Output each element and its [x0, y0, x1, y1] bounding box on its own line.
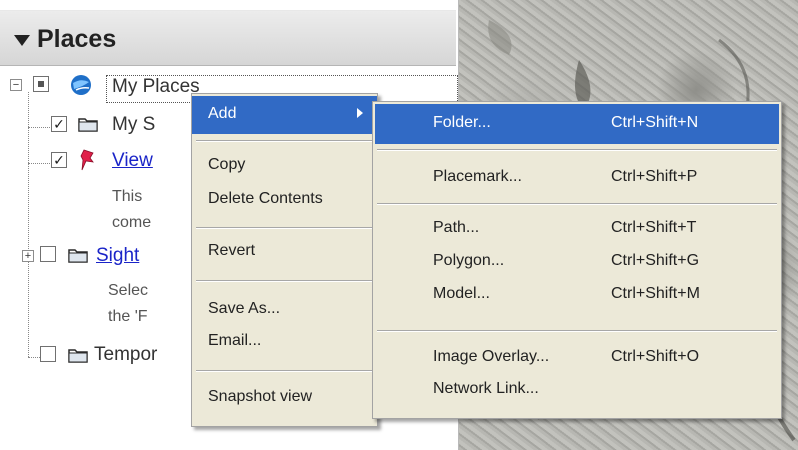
- menu-item-save-as[interactable]: Save As...: [192, 292, 377, 326]
- menu-item-copy[interactable]: Copy: [192, 148, 377, 182]
- view-link[interactable]: View: [112, 150, 153, 171]
- tree-item-my-s[interactable]: My S: [112, 114, 155, 136]
- submenu-item-label: Polygon...: [433, 252, 505, 269]
- menu-separator: [196, 370, 373, 372]
- submenu-item-folder[interactable]: Folder... Ctrl+Shift+N: [375, 104, 779, 144]
- menu-item-snapshot-view[interactable]: Snapshot view: [192, 380, 377, 414]
- menu-separator: [377, 149, 777, 151]
- collapse-toggle[interactable]: −: [10, 79, 22, 91]
- pushpin-icon: [80, 149, 94, 171]
- tree-item-temporary[interactable]: Tempor: [94, 344, 157, 366]
- tree-item-view[interactable]: View: [112, 150, 153, 172]
- submenu-item-shortcut: Ctrl+Shift+N: [611, 114, 699, 131]
- tree-item-description: the 'F: [108, 308, 148, 325]
- submenu-item-model[interactable]: Model... Ctrl+Shift+M: [373, 277, 781, 311]
- tree-line: [28, 127, 50, 128]
- submenu-item-label: Model...: [433, 285, 490, 302]
- my-places-checkbox[interactable]: [33, 76, 49, 92]
- submenu-item-label: Folder...: [433, 114, 491, 131]
- submenu-item-label: Image Overlay...: [433, 348, 550, 365]
- menu-separator: [196, 140, 373, 142]
- partial-check-mark: [38, 81, 44, 87]
- submenu-item-shortcut: Ctrl+Shift+M: [611, 285, 700, 302]
- tree-item-description: come: [112, 214, 152, 231]
- context-menu: Add Copy Delete Contents Revert Save As.…: [191, 93, 378, 427]
- tree-item-my-places[interactable]: My Places: [112, 76, 200, 98]
- submenu-item-label: Network Link...: [433, 380, 539, 397]
- submenu-item-shortcut: Ctrl+Shift+G: [611, 252, 700, 269]
- submenu-item-image-overlay[interactable]: Image Overlay... Ctrl+Shift+O: [373, 340, 781, 374]
- menu-item-label: Revert: [208, 242, 256, 259]
- submenu-item-label: Placemark...: [433, 168, 522, 185]
- menu-item-delete-contents[interactable]: Delete Contents: [192, 182, 377, 216]
- menu-separator: [377, 203, 777, 205]
- menu-item-label: Delete Contents: [208, 190, 323, 207]
- menu-item-revert[interactable]: Revert: [192, 234, 377, 268]
- temporary-checkbox[interactable]: [40, 346, 56, 362]
- sight-link[interactable]: Sight: [96, 245, 139, 266]
- panel-title: Places: [37, 25, 117, 53]
- menu-item-label: Email...: [208, 332, 262, 349]
- triangle-right-icon: [357, 108, 363, 118]
- places-panel-header[interactable]: Places: [0, 10, 456, 66]
- globe-icon: [71, 75, 91, 95]
- add-submenu: Folder... Ctrl+Shift+N Placemark... Ctrl…: [372, 101, 782, 419]
- tree-line: [28, 163, 50, 164]
- tree-item-sight[interactable]: Sight: [96, 245, 139, 267]
- menu-item-add[interactable]: Add: [192, 96, 377, 134]
- folder-icon: [68, 349, 88, 363]
- folder-icon: [68, 249, 88, 263]
- view-checkbox[interactable]: ✓: [51, 152, 67, 168]
- submenu-item-polygon[interactable]: Polygon... Ctrl+Shift+G: [373, 244, 781, 278]
- tree-item-description: Selec: [108, 282, 149, 299]
- submenu-item-shortcut: Ctrl+Shift+T: [611, 219, 697, 236]
- my-s-checkbox[interactable]: ✓: [51, 116, 67, 132]
- submenu-item-network-link[interactable]: Network Link...: [373, 372, 781, 406]
- menu-item-label: Add: [208, 105, 237, 122]
- collapse-triangle-icon[interactable]: [14, 35, 30, 46]
- menu-item-email[interactable]: Email...: [192, 324, 377, 358]
- menu-item-label: Snapshot view: [208, 388, 313, 405]
- tree-item-description: This: [112, 188, 143, 205]
- submenu-item-shortcut: Ctrl+Shift+P: [611, 168, 698, 185]
- menu-item-label: Save As...: [208, 300, 281, 317]
- menu-separator: [377, 330, 777, 332]
- menu-item-label: Copy: [208, 156, 246, 173]
- submenu-item-shortcut: Ctrl+Shift+O: [611, 348, 700, 365]
- menu-separator: [196, 280, 373, 282]
- tree-line: [28, 92, 29, 357]
- submenu-item-placemark[interactable]: Placemark... Ctrl+Shift+P: [373, 160, 781, 194]
- expand-toggle[interactable]: +: [22, 250, 34, 262]
- submenu-item-path[interactable]: Path... Ctrl+Shift+T: [373, 211, 781, 245]
- folder-icon: [78, 118, 98, 132]
- menu-separator: [196, 227, 373, 229]
- sight-checkbox[interactable]: [40, 246, 56, 262]
- submenu-item-label: Path...: [433, 219, 480, 236]
